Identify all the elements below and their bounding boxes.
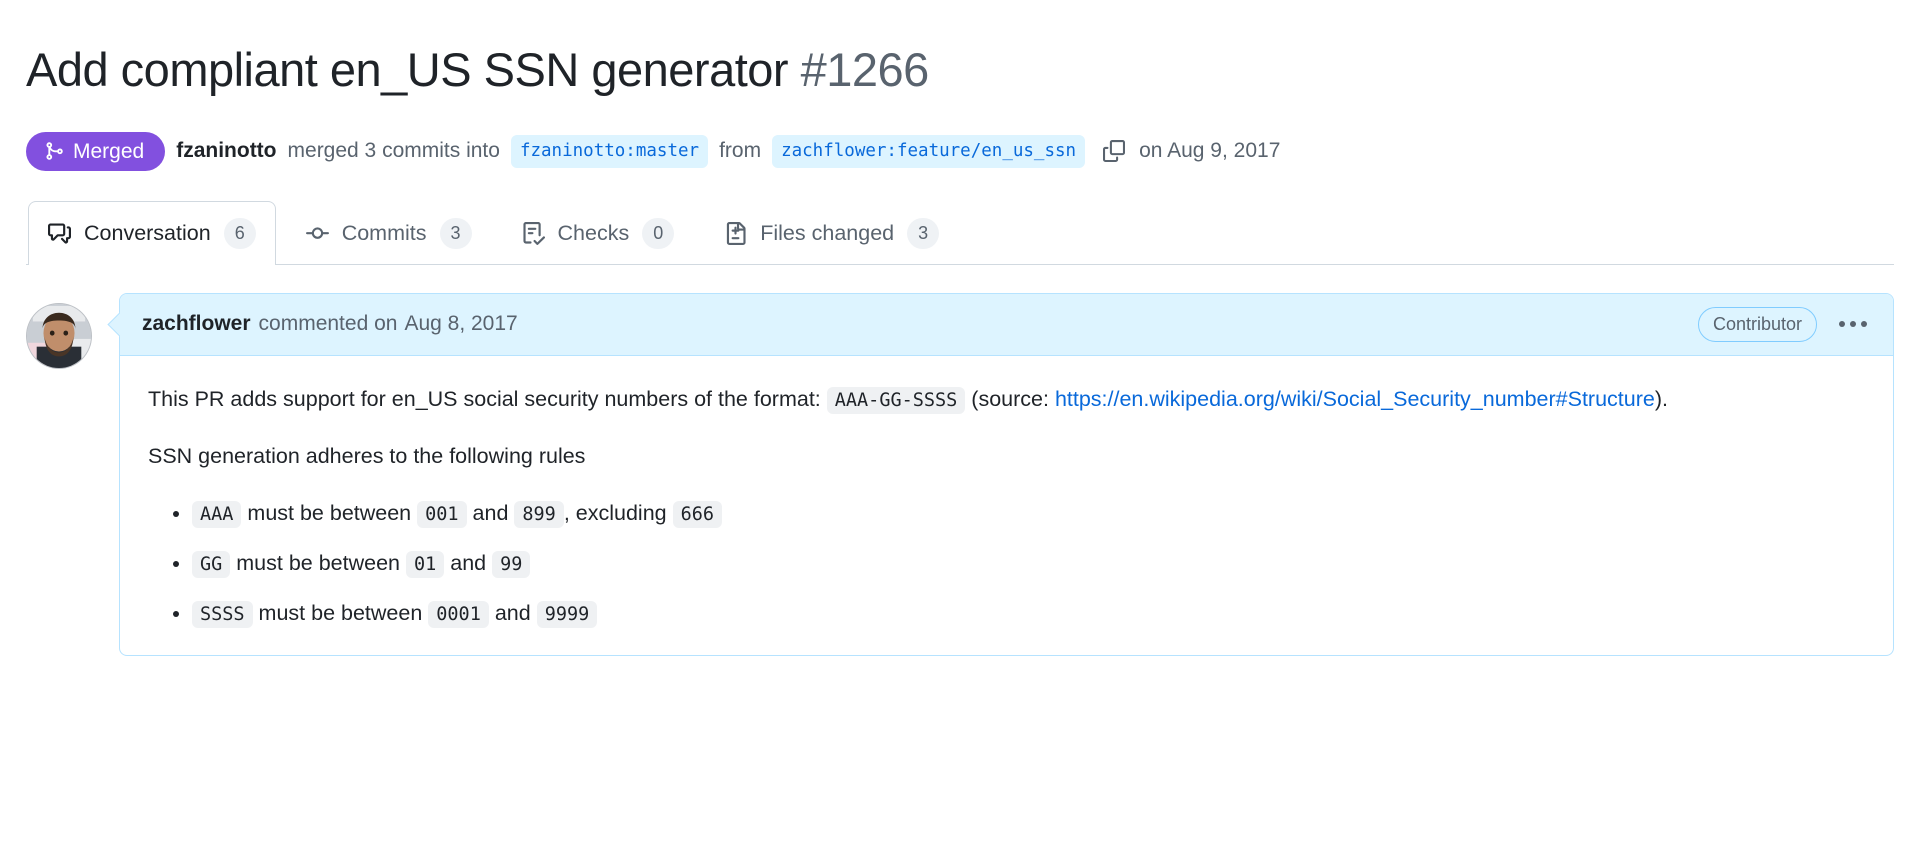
rule-max-value: 899 (514, 500, 564, 528)
rule-excluded-value: 666 (672, 500, 723, 528)
pr-tabs: Conversation 6 Commits 3 Checks 0 Files … (26, 200, 1894, 265)
tab-files-changed[interactable]: Files changed 3 (704, 201, 959, 265)
comment-header: zachflower commented on Aug 8, 2017 Cont… (120, 293, 1893, 356)
paragraph-1-text-before: This PR adds support for en_US social se… (148, 386, 821, 411)
page-title: Add compliant en_US SSN generator #1266 (26, 31, 1894, 100)
wikipedia-link[interactable]: https://en.wikipedia.org/wiki/Social_Sec… (1055, 387, 1655, 411)
tab-counter: 6 (223, 217, 256, 249)
paragraph-1-source-label: (source: (971, 386, 1049, 411)
pr-number: #1266 (800, 43, 930, 97)
copy-icon[interactable] (1100, 137, 1128, 165)
rule-min-value: 001 (417, 500, 467, 528)
rule-max-value: 99 (492, 550, 531, 578)
status-badge-label: Merged (73, 139, 145, 163)
list-item: GG must be between 01 and 99 (192, 546, 1865, 580)
checklist-icon (522, 221, 545, 245)
comment-date: Aug 8, 2017 (404, 312, 518, 336)
avatar[interactable] (26, 302, 92, 369)
comment-paragraph-1: This PR adds support for en_US social se… (148, 382, 1865, 417)
rule-and: and (494, 601, 531, 626)
rule-code-gg: GG (192, 550, 231, 578)
tab-label: Files changed (760, 220, 895, 245)
tab-checks[interactable]: Checks 0 (502, 201, 695, 265)
rule-and: and (472, 500, 509, 525)
tab-commits[interactable]: Commits 3 (286, 201, 492, 265)
status-badge: Merged (26, 131, 166, 171)
file-diff-icon (724, 221, 747, 245)
tab-counter: 3 (439, 217, 472, 249)
rules-list: AAA must be between 001 and 899, excludi… (148, 496, 1865, 631)
kebab-horizontal-icon[interactable] (1835, 321, 1871, 328)
author-association-badge: Contributor (1697, 306, 1817, 342)
comment-box: zachflower commented on Aug 8, 2017 Cont… (119, 292, 1894, 656)
rule-min-value: 0001 (428, 601, 489, 629)
rule-min-value: 01 (406, 550, 445, 578)
rule-max-value: 9999 (536, 601, 598, 629)
rule-code-ssss: SSSS (192, 601, 253, 629)
ssn-format-code: AAA-GG-SSSS (826, 386, 966, 414)
comment-discussion-icon (48, 222, 71, 245)
rule-text: must be between (236, 550, 401, 575)
merge-description: merged 3 commits into (287, 139, 500, 163)
rule-text: must be between (247, 500, 412, 525)
tab-counter: 3 (907, 217, 940, 249)
comment-body: This PR adds support for en_US social se… (120, 356, 1893, 655)
tab-label: Conversation (84, 220, 211, 245)
head-branch-tag[interactable]: zachflower:feature/en_us_ssn (772, 134, 1086, 168)
merge-status-row: Merged fzaninotto merged 3 commits into … (26, 131, 1894, 171)
list-item: SSSS must be between 0001 and 9999 (192, 596, 1865, 630)
rule-excluding-text: , excluding (563, 500, 667, 525)
paragraph-1-tail: ). (1654, 386, 1668, 411)
comment-action: commented on (258, 312, 398, 336)
tab-label: Checks (557, 220, 630, 245)
timeline-comment: zachflower commented on Aug 8, 2017 Cont… (26, 292, 1894, 656)
rule-text: must be between (258, 601, 423, 626)
tab-conversation[interactable]: Conversation 6 (28, 200, 276, 265)
rule-code-aaa: AAA (192, 500, 242, 528)
tab-label: Commits (341, 220, 427, 245)
base-branch-tag[interactable]: fzaninotto:master (510, 134, 709, 168)
list-item: AAA must be between 001 and 899, excludi… (192, 496, 1865, 530)
rule-and: and (450, 550, 487, 575)
git-merge-icon (44, 141, 64, 161)
pull-request-page: Add compliant en_US SSN generator #1266 … (0, 31, 1920, 656)
comment-author[interactable]: zachflower (142, 312, 251, 336)
pr-title-text: Add compliant en_US SSN generator (26, 43, 789, 97)
tab-counter: 0 (642, 217, 675, 249)
merge-actor[interactable]: fzaninotto (176, 139, 276, 163)
merged-date: on Aug 9, 2017 (1139, 139, 1281, 163)
git-commit-icon (305, 222, 329, 245)
comment-paragraph-2: SSN generation adheres to the following … (148, 443, 586, 468)
from-label: from (719, 139, 762, 163)
